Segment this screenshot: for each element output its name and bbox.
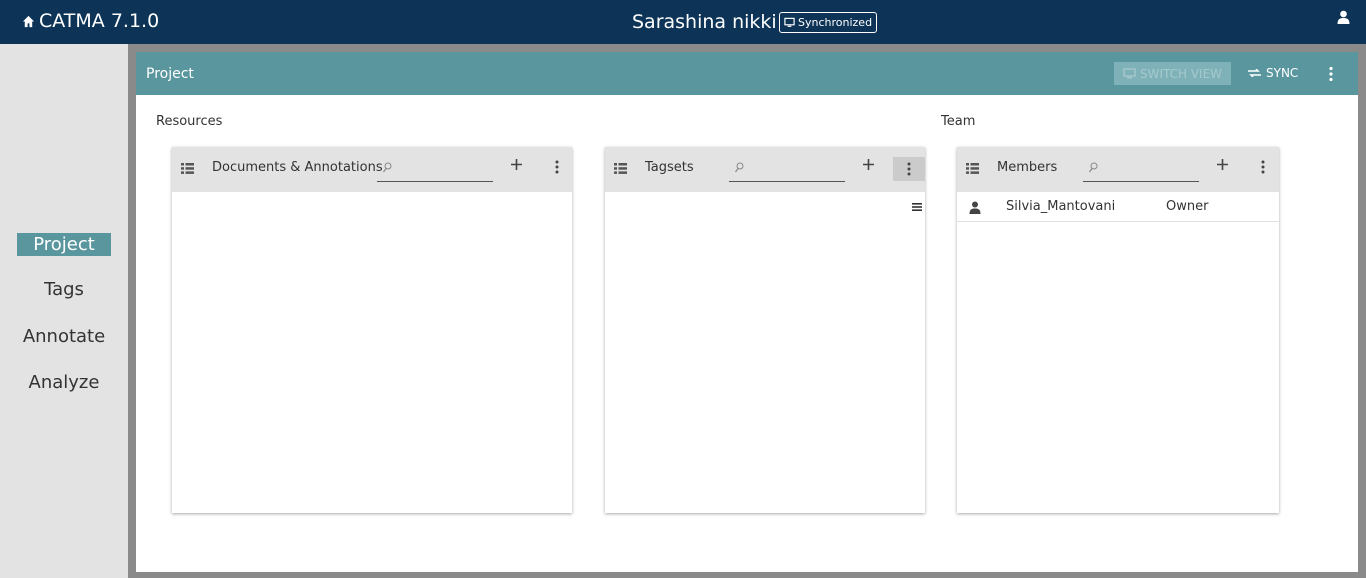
members-search-input[interactable] <box>1083 158 1199 182</box>
list-icon[interactable] <box>181 163 194 174</box>
sidebar-item-analyze[interactable]: Analyze <box>0 372 128 393</box>
sidebar-item-label: Project <box>17 233 111 256</box>
sync-arrows-icon <box>1248 69 1261 77</box>
more-options-icon[interactable] <box>555 160 559 174</box>
person-icon <box>969 201 981 214</box>
sync-status-text: Synchronized <box>798 16 873 29</box>
members-panel: Members Silvia_Mantovani Owner <box>957 147 1279 513</box>
main-content: Project SWITCH VIEW SYNC Resources Team … <box>136 52 1358 572</box>
add-document-icon[interactable] <box>511 159 522 170</box>
tagsets-search-input[interactable] <box>729 158 845 182</box>
documents-panel-header: Documents & Annotations <box>172 147 572 192</box>
documents-panel: Documents & Annotations <box>172 147 572 513</box>
column-menu-icon[interactable] <box>912 203 922 211</box>
switch-view-label: SWITCH VIEW <box>1139 66 1223 81</box>
project-header: Project SWITCH VIEW SYNC <box>136 52 1358 95</box>
member-role: Owner <box>1166 199 1209 214</box>
switch-view-button[interactable]: SWITCH VIEW <box>1114 62 1231 85</box>
project-name: Sarashina nikki <box>632 11 777 33</box>
sidebar-item-tags[interactable]: Tags <box>0 279 128 300</box>
page-title: Project <box>146 66 194 82</box>
add-tagset-icon[interactable] <box>863 159 874 170</box>
resources-section-label: Resources <box>156 114 223 129</box>
add-member-icon[interactable] <box>1217 159 1228 170</box>
team-section-label: Team <box>941 114 976 129</box>
member-name: Silvia_Mantovani <box>1006 199 1116 214</box>
sidebar-item-label: Analyze <box>28 372 100 393</box>
more-options-icon[interactable] <box>1261 160 1265 174</box>
more-options-icon <box>907 162 911 176</box>
monitor-icon <box>1123 68 1136 79</box>
search-icon <box>1089 162 1098 173</box>
search-icon <box>735 162 744 173</box>
sidebar-item-project[interactable]: Project <box>0 233 128 256</box>
documents-search-input[interactable] <box>377 158 493 182</box>
more-options-button[interactable] <box>893 157 925 181</box>
more-options-icon[interactable] <box>1328 66 1334 82</box>
list-icon[interactable] <box>966 163 979 174</box>
sync-status-badge: Synchronized <box>779 12 878 33</box>
monitor-icon <box>784 17 795 27</box>
sidebar-item-annotate[interactable]: Annotate <box>0 326 128 347</box>
search-icon <box>383 162 392 173</box>
tagsets-panel-title: Tagsets <box>645 160 694 175</box>
tagsets-panel: Tagsets <box>605 147 925 513</box>
sync-button[interactable]: SYNC <box>1248 66 1298 80</box>
members-panel-header: Members <box>957 147 1279 192</box>
home-link[interactable]: CATMA 7.1.0 <box>22 10 159 32</box>
list-icon[interactable] <box>614 163 627 174</box>
sidebar-item-label: Tags <box>44 279 84 300</box>
home-icon <box>22 15 35 27</box>
user-icon[interactable] <box>1337 10 1350 24</box>
tagsets-panel-header: Tagsets <box>605 147 925 192</box>
sidebar-item-label: Annotate <box>22 326 106 347</box>
app-name: CATMA 7.1.0 <box>39 10 160 32</box>
documents-panel-title: Documents & Annotations <box>212 160 383 175</box>
members-panel-title: Members <box>997 160 1058 175</box>
sidebar: Project Tags Annotate Analyze <box>0 44 128 578</box>
top-bar: CATMA 7.1.0 Sarashina nikki Synchronized <box>0 0 1366 44</box>
sync-label: SYNC <box>1266 66 1299 80</box>
table-row[interactable]: Silvia_Mantovani Owner <box>957 194 1279 222</box>
